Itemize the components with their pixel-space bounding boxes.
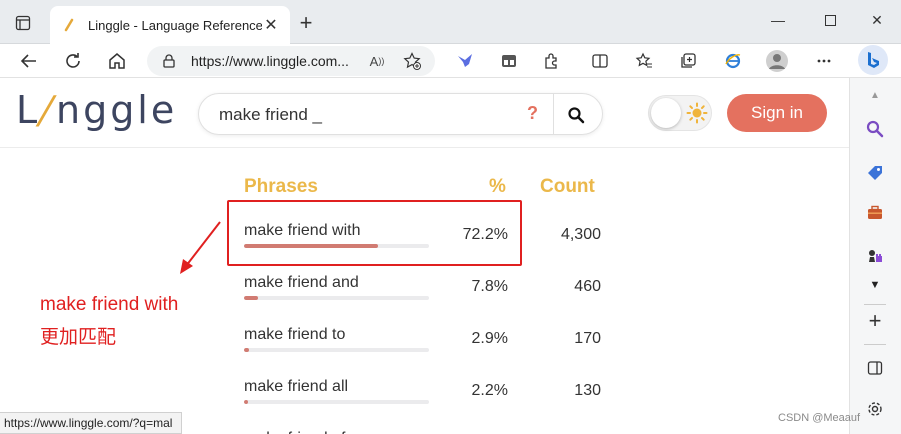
header-divider	[0, 147, 849, 148]
search-input[interactable]: make friend _	[219, 105, 322, 125]
annotation-text-line2: 更加匹配	[40, 327, 117, 348]
sidebar-scroll-up-icon[interactable]: ▲	[862, 82, 888, 108]
help-icon[interactable]: ?	[527, 103, 538, 124]
percent-bar	[244, 296, 429, 300]
page-content: L/nggle make friend _ ? Sign in Phrases …	[0, 78, 849, 434]
extensions-puzzle-icon[interactable]	[539, 48, 565, 74]
phrase-link[interactable]: make friend to	[244, 326, 345, 344]
percent-bar-fill	[244, 296, 259, 300]
status-bar-url: https://www.linggle.com/?q=mal	[0, 412, 182, 434]
annotation-highlight-box	[227, 200, 522, 266]
sidebar-settings-gear-icon[interactable]	[862, 396, 888, 422]
refresh-icon[interactable]	[60, 48, 86, 74]
tab-title: Linggle - Language Reference Se	[88, 17, 262, 33]
count-value: 130	[574, 382, 601, 399]
split-screen-icon[interactable]	[587, 48, 613, 74]
sidebar-tools-briefcase-icon[interactable]	[862, 200, 888, 226]
sidebar-separator	[864, 304, 886, 305]
title-bar: Linggle - Language Reference Se ✕ + — ✕	[0, 0, 901, 44]
sign-in-button[interactable]: Sign in	[727, 94, 827, 132]
logo-suffix: nggle	[55, 88, 178, 132]
pencil-favicon-icon	[60, 16, 78, 34]
annotation-arrow-icon	[180, 221, 221, 274]
percent-bar-fill	[244, 400, 249, 404]
favorites-icon[interactable]	[631, 48, 657, 74]
theme-toggle[interactable]	[648, 95, 712, 131]
toggle-knob	[651, 98, 681, 128]
search-divider	[553, 94, 554, 134]
home-icon[interactable]	[104, 48, 130, 74]
extension-grid-icon[interactable]	[496, 48, 522, 74]
phrase-link[interactable]: make friend of	[244, 430, 345, 434]
read-aloud-icon[interactable]: A))	[366, 50, 388, 72]
add-favorite-icon[interactable]	[401, 50, 423, 72]
percent-value: 2.2%	[471, 382, 508, 399]
profile-avatar[interactable]	[764, 48, 790, 74]
percent-bar	[244, 400, 429, 404]
count-value: 460	[574, 278, 601, 295]
bing-copilot-icon[interactable]	[858, 45, 888, 75]
phrase-link[interactable]: make friend and	[244, 274, 359, 292]
sun-icon	[686, 102, 708, 124]
read-aloud-label: A	[369, 53, 379, 69]
hide-sidebar-icon[interactable]	[862, 355, 888, 381]
more-options-icon[interactable]	[811, 48, 837, 74]
count-value: 170	[574, 330, 601, 347]
percent-value: 7.8%	[471, 278, 508, 295]
col-header-phrases[interactable]: Phrases	[244, 176, 318, 198]
annotation-text-line1: make friend with	[40, 294, 179, 315]
ie-mode-icon[interactable]	[720, 48, 746, 74]
window-close-icon[interactable]: ✕	[862, 8, 892, 32]
browser-tab[interactable]: Linggle - Language Reference Se ✕	[50, 6, 290, 44]
browser-toolbar: https://www.linggle.com... A))	[0, 44, 901, 78]
col-header-count[interactable]: Count	[540, 176, 595, 198]
sidebar-add-icon[interactable]: +	[862, 308, 888, 334]
sidebar-games-chess-icon[interactable]	[862, 242, 888, 268]
collections-icon[interactable]	[675, 48, 701, 74]
sidebar-shopping-tag-icon[interactable]	[862, 160, 888, 186]
new-tab-icon[interactable]: +	[295, 12, 317, 34]
sidebar-separator	[864, 344, 886, 345]
maximize-icon[interactable]	[815, 8, 845, 32]
edge-sidebar: ▲ ▼ +	[849, 78, 901, 434]
percent-value: 2.9%	[471, 330, 508, 347]
percent-bar-fill	[244, 348, 250, 352]
phrase-link[interactable]: make friend all	[244, 378, 348, 396]
minimize-icon[interactable]: —	[763, 8, 793, 32]
back-icon[interactable]	[16, 48, 42, 74]
tab-actions-icon[interactable]	[12, 12, 34, 34]
sidebar-scroll-down-icon[interactable]: ▼	[862, 272, 888, 298]
extension-bird-icon[interactable]	[452, 48, 478, 74]
search-box: make friend _ ?	[198, 93, 603, 135]
col-header-percent[interactable]: %	[489, 176, 506, 198]
sidebar-search-icon[interactable]	[862, 116, 888, 142]
address-bar[interactable]: https://www.linggle.com...	[147, 46, 435, 76]
address-url: https://www.linggle.com...	[191, 53, 349, 69]
count-value: 4,300	[560, 226, 601, 243]
search-icon[interactable]	[564, 103, 588, 127]
lock-icon[interactable]	[161, 53, 177, 69]
watermark: CSDN @Meaauf	[778, 412, 861, 424]
linggle-logo[interactable]: L/nggle	[16, 88, 177, 132]
percent-bar	[244, 348, 429, 352]
close-tab-icon[interactable]: ✕	[262, 16, 280, 34]
